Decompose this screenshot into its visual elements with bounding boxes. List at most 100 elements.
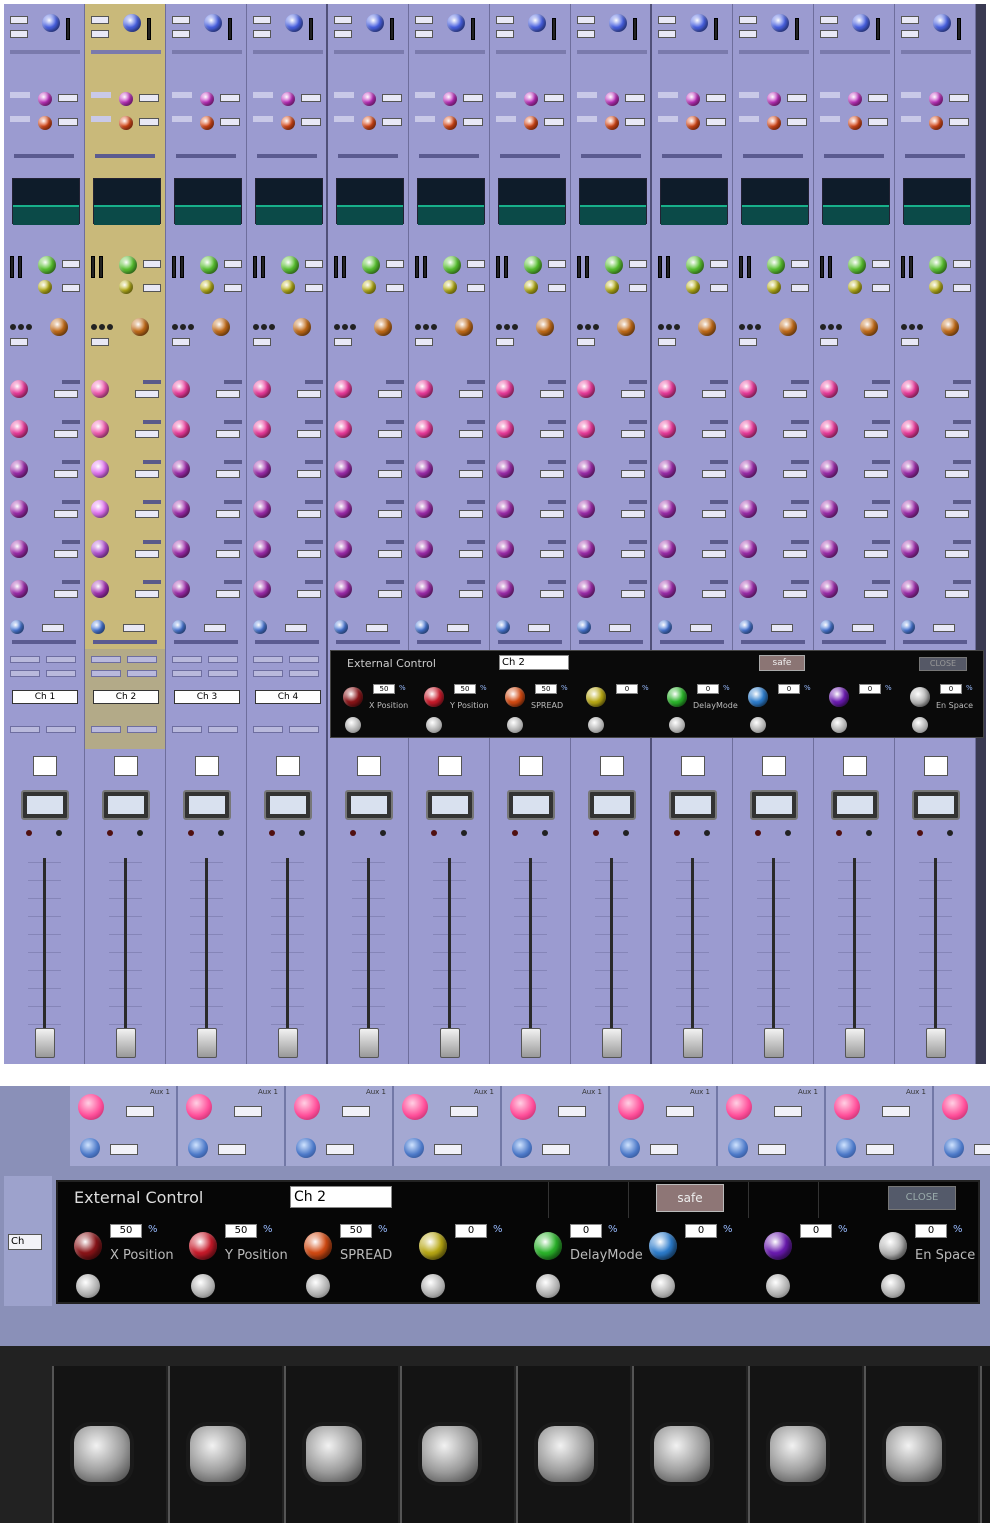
delay-knob[interactable] xyxy=(293,318,311,336)
hpf-value[interactable] xyxy=(625,94,645,102)
aux-value[interactable] xyxy=(54,590,78,598)
param-value[interactable]: 0 xyxy=(570,1224,602,1238)
aux-value[interactable] xyxy=(378,390,402,398)
aux-value[interactable] xyxy=(54,430,78,438)
group-button[interactable] xyxy=(127,726,157,733)
param-knob[interactable] xyxy=(748,687,768,707)
input-field[interactable] xyxy=(91,30,109,38)
aux-value[interactable] xyxy=(54,470,78,478)
aux-send-knob[interactable] xyxy=(253,540,271,558)
aux-send-knob[interactable] xyxy=(739,420,757,438)
param-value[interactable]: 0 xyxy=(940,684,962,694)
aux-value[interactable] xyxy=(459,470,483,478)
input-field[interactable] xyxy=(496,16,514,24)
eq-display[interactable] xyxy=(498,178,566,225)
route-button[interactable] xyxy=(253,670,283,677)
input-field[interactable] xyxy=(10,16,28,24)
gain-knob[interactable] xyxy=(204,14,222,32)
select-button[interactable] xyxy=(195,756,219,776)
param-knob[interactable] xyxy=(343,687,363,707)
route-button[interactable] xyxy=(46,656,76,663)
gate-value[interactable] xyxy=(467,284,485,292)
aux-send-knob[interactable] xyxy=(496,420,514,438)
aux-value[interactable] xyxy=(621,550,645,558)
lpf-knob[interactable] xyxy=(38,116,52,130)
param-value[interactable]: 50 xyxy=(535,684,557,694)
param-button[interactable] xyxy=(507,717,523,733)
select-button[interactable] xyxy=(438,756,462,776)
pan-value[interactable] xyxy=(609,624,631,632)
aux-value[interactable] xyxy=(459,550,483,558)
aux-send-knob[interactable] xyxy=(334,540,352,558)
aux-value[interactable] xyxy=(216,510,240,518)
lpf-value[interactable] xyxy=(463,118,483,126)
delay-knob[interactable] xyxy=(617,318,635,336)
aux-send-knob[interactable] xyxy=(739,460,757,478)
param-knob[interactable] xyxy=(534,1232,562,1260)
pan-value[interactable] xyxy=(434,1144,462,1155)
delay-value[interactable] xyxy=(91,338,109,346)
aux-send-knob[interactable] xyxy=(820,380,838,398)
gate-knob[interactable] xyxy=(38,280,52,294)
gate-knob[interactable] xyxy=(686,280,700,294)
delay-value[interactable] xyxy=(415,338,433,346)
gate-knob[interactable] xyxy=(281,280,295,294)
pan-value[interactable] xyxy=(42,624,64,632)
aux-send-knob[interactable] xyxy=(658,380,676,398)
aux-value[interactable] xyxy=(864,510,888,518)
gain-knob[interactable] xyxy=(528,14,546,32)
pan-value[interactable] xyxy=(204,624,226,632)
pan-value[interactable] xyxy=(650,1144,678,1155)
pan-knob[interactable] xyxy=(253,620,267,634)
hpf-value[interactable] xyxy=(949,94,969,102)
aux-value[interactable] xyxy=(135,510,159,518)
param-button[interactable] xyxy=(651,1274,675,1298)
aux-send-knob[interactable] xyxy=(172,460,190,478)
route-button[interactable] xyxy=(91,656,121,663)
channel-name[interactable]: Ch 1 xyxy=(12,690,78,704)
gain-knob[interactable] xyxy=(771,14,789,32)
aux-send-knob[interactable] xyxy=(10,380,28,398)
aux-send-knob[interactable] xyxy=(901,540,919,558)
delay-value[interactable] xyxy=(172,338,190,346)
aux-value[interactable] xyxy=(945,470,969,478)
aux-send-knob[interactable] xyxy=(901,580,919,598)
input-field[interactable] xyxy=(172,16,190,24)
aux-value[interactable] xyxy=(135,390,159,398)
aux-send-knob[interactable] xyxy=(253,420,271,438)
aux-send-knob[interactable] xyxy=(820,420,838,438)
pan-value[interactable] xyxy=(758,1144,786,1155)
aux-send-knob[interactable] xyxy=(10,540,28,558)
gate-value[interactable] xyxy=(953,284,971,292)
pan-knob[interactable] xyxy=(10,620,24,634)
comp-value[interactable] xyxy=(305,260,323,268)
aux-send-knob[interactable] xyxy=(78,1094,104,1120)
eq-display[interactable] xyxy=(336,178,404,225)
comp-knob[interactable] xyxy=(686,256,704,274)
param-knob[interactable] xyxy=(419,1232,447,1260)
comp-knob[interactable] xyxy=(200,256,218,274)
hpf-value[interactable] xyxy=(706,94,726,102)
aux-send-knob[interactable] xyxy=(577,380,595,398)
pan-value[interactable] xyxy=(110,1144,138,1155)
input-field[interactable] xyxy=(901,30,919,38)
aux-send-knob[interactable] xyxy=(253,380,271,398)
aux-value[interactable] xyxy=(702,510,726,518)
aux-value[interactable] xyxy=(540,390,564,398)
input-field[interactable] xyxy=(739,16,757,24)
input-field[interactable] xyxy=(172,30,190,38)
lpf-knob[interactable] xyxy=(119,116,133,130)
channel-name-field[interactable]: Ch 2 xyxy=(499,655,569,670)
input-field[interactable] xyxy=(739,30,757,38)
group-button[interactable] xyxy=(46,726,76,733)
select-button[interactable] xyxy=(843,756,867,776)
aux-value[interactable] xyxy=(378,590,402,598)
gate-knob[interactable] xyxy=(443,280,457,294)
aux-send-knob[interactable] xyxy=(739,380,757,398)
aux-send-knob[interactable] xyxy=(496,540,514,558)
pan-knob[interactable] xyxy=(91,620,105,634)
select-button[interactable] xyxy=(600,756,624,776)
aux-send-knob[interactable] xyxy=(91,380,109,398)
aux-send-knob[interactable] xyxy=(496,580,514,598)
aux-value[interactable] xyxy=(216,550,240,558)
